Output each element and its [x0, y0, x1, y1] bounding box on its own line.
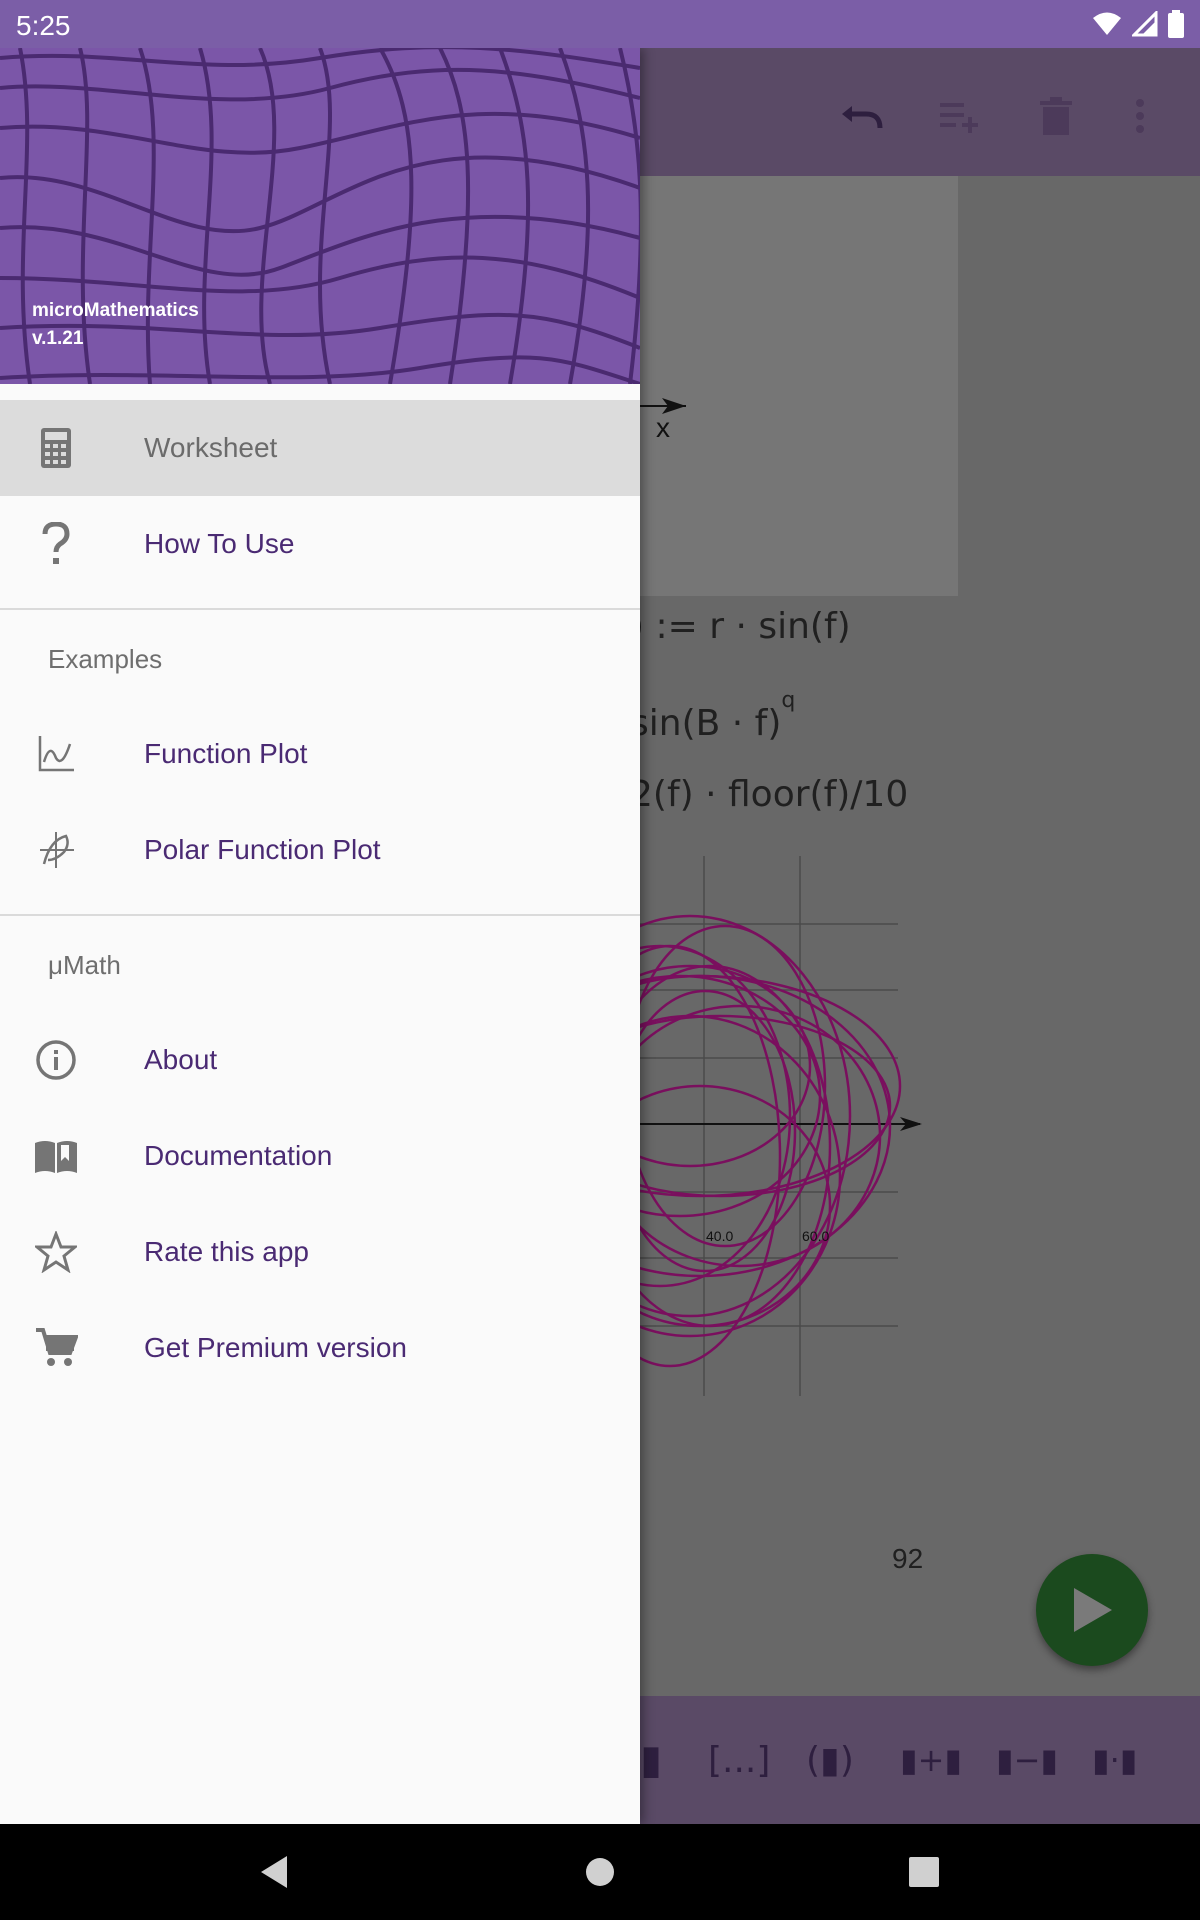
status-icons [1092, 10, 1184, 38]
calculator-icon [32, 424, 80, 472]
home-icon[interactable] [576, 1848, 624, 1896]
drawer-item-label: Polar Function Plot [144, 834, 381, 865]
plot-x-axis-label: x [656, 412, 670, 443]
formula-2-exponent: q [781, 688, 796, 713]
term-button[interactable]: ▮ [640, 1734, 662, 1786]
drawer-item-label: Documentation [144, 1140, 333, 1171]
signal-icon [1132, 11, 1158, 37]
drawer-item-label: Worksheet [144, 432, 278, 463]
formula-1[interactable]: ) := r · sin(f) [630, 606, 851, 647]
drawer-item-worksheet[interactable]: Worksheet [0, 400, 640, 496]
drawer-section-umath: μMath [48, 950, 121, 980]
drawer-item-label: Rate this app [144, 1236, 309, 1267]
question-icon [32, 520, 80, 568]
more-vert-icon[interactable] [1112, 88, 1168, 144]
polar-tick-label: 40.0 [706, 1228, 734, 1244]
status-bar: 5:25 [0, 0, 1200, 48]
formula-2[interactable]: sin(B · f)q [630, 688, 795, 744]
polar-tick-label: 60.0 [802, 1228, 830, 1244]
drawer-item-how-to-use[interactable]: How To Use [0, 496, 640, 592]
info-icon [32, 1036, 80, 1084]
drawer-item-rate[interactable]: Rate this app [0, 1204, 640, 1300]
drawer-item-label: About [144, 1044, 218, 1075]
drawer-divider [0, 914, 640, 916]
cart-icon [32, 1324, 80, 1372]
drawer-app-version: v.1.21 [32, 328, 84, 349]
wifi-icon [1093, 12, 1121, 35]
system-nav-bar [0, 1824, 1200, 1920]
header-mesh-graphic [0, 48, 640, 384]
star-outline-icon [32, 1228, 80, 1276]
term-button[interactable]: ▮·▮ [1092, 1734, 1137, 1786]
drawer-divider [0, 608, 640, 610]
play-icon [1074, 1588, 1112, 1632]
navigation-drawer: microMathematics v.1.21 Worksheet How To… [0, 48, 640, 1824]
battery-icon [1168, 10, 1184, 38]
drawer-item-documentation[interactable]: Documentation [0, 1108, 640, 1204]
drawer-app-name: microMathematics [32, 300, 199, 321]
page-number: 92 [892, 1543, 924, 1574]
drawer-header: microMathematics v.1.21 [0, 48, 640, 384]
term-button[interactable]: ▮−▮ [996, 1734, 1058, 1786]
function-plot-icon [32, 730, 80, 778]
drawer-item-polar-function-plot[interactable]: Polar Function Plot [0, 802, 640, 898]
drawer-item-premium[interactable]: Get Premium version [0, 1300, 640, 1396]
drawer-item-function-plot[interactable]: Function Plot [0, 706, 640, 802]
delete-icon[interactable] [1028, 88, 1084, 144]
undo-icon[interactable] [834, 88, 890, 144]
drawer-section-examples: Examples [48, 644, 163, 674]
drawer-item-label: Get Premium version [144, 1332, 407, 1363]
playlist-add-icon[interactable] [932, 88, 988, 144]
term-button[interactable]: (▮) [806, 1734, 854, 1786]
drawer-item-label: Function Plot [144, 738, 308, 769]
back-icon[interactable] [250, 1848, 298, 1896]
recents-icon[interactable] [900, 1848, 948, 1896]
formula-3[interactable]: 2(f) · floor(f)/10 [630, 774, 908, 815]
polar-plot-icon [32, 826, 80, 874]
drawer-item-about[interactable]: About [0, 1012, 640, 1108]
run-button[interactable] [1036, 1554, 1148, 1666]
term-button[interactable]: [...] [708, 1734, 770, 1786]
drawer-item-label: How To Use [144, 528, 295, 559]
book-icon [32, 1132, 80, 1180]
term-button[interactable]: ▮+▮ [900, 1734, 962, 1786]
formula-2-body: sin(B · f) [630, 703, 782, 744]
status-time: 5:25 [16, 10, 71, 41]
